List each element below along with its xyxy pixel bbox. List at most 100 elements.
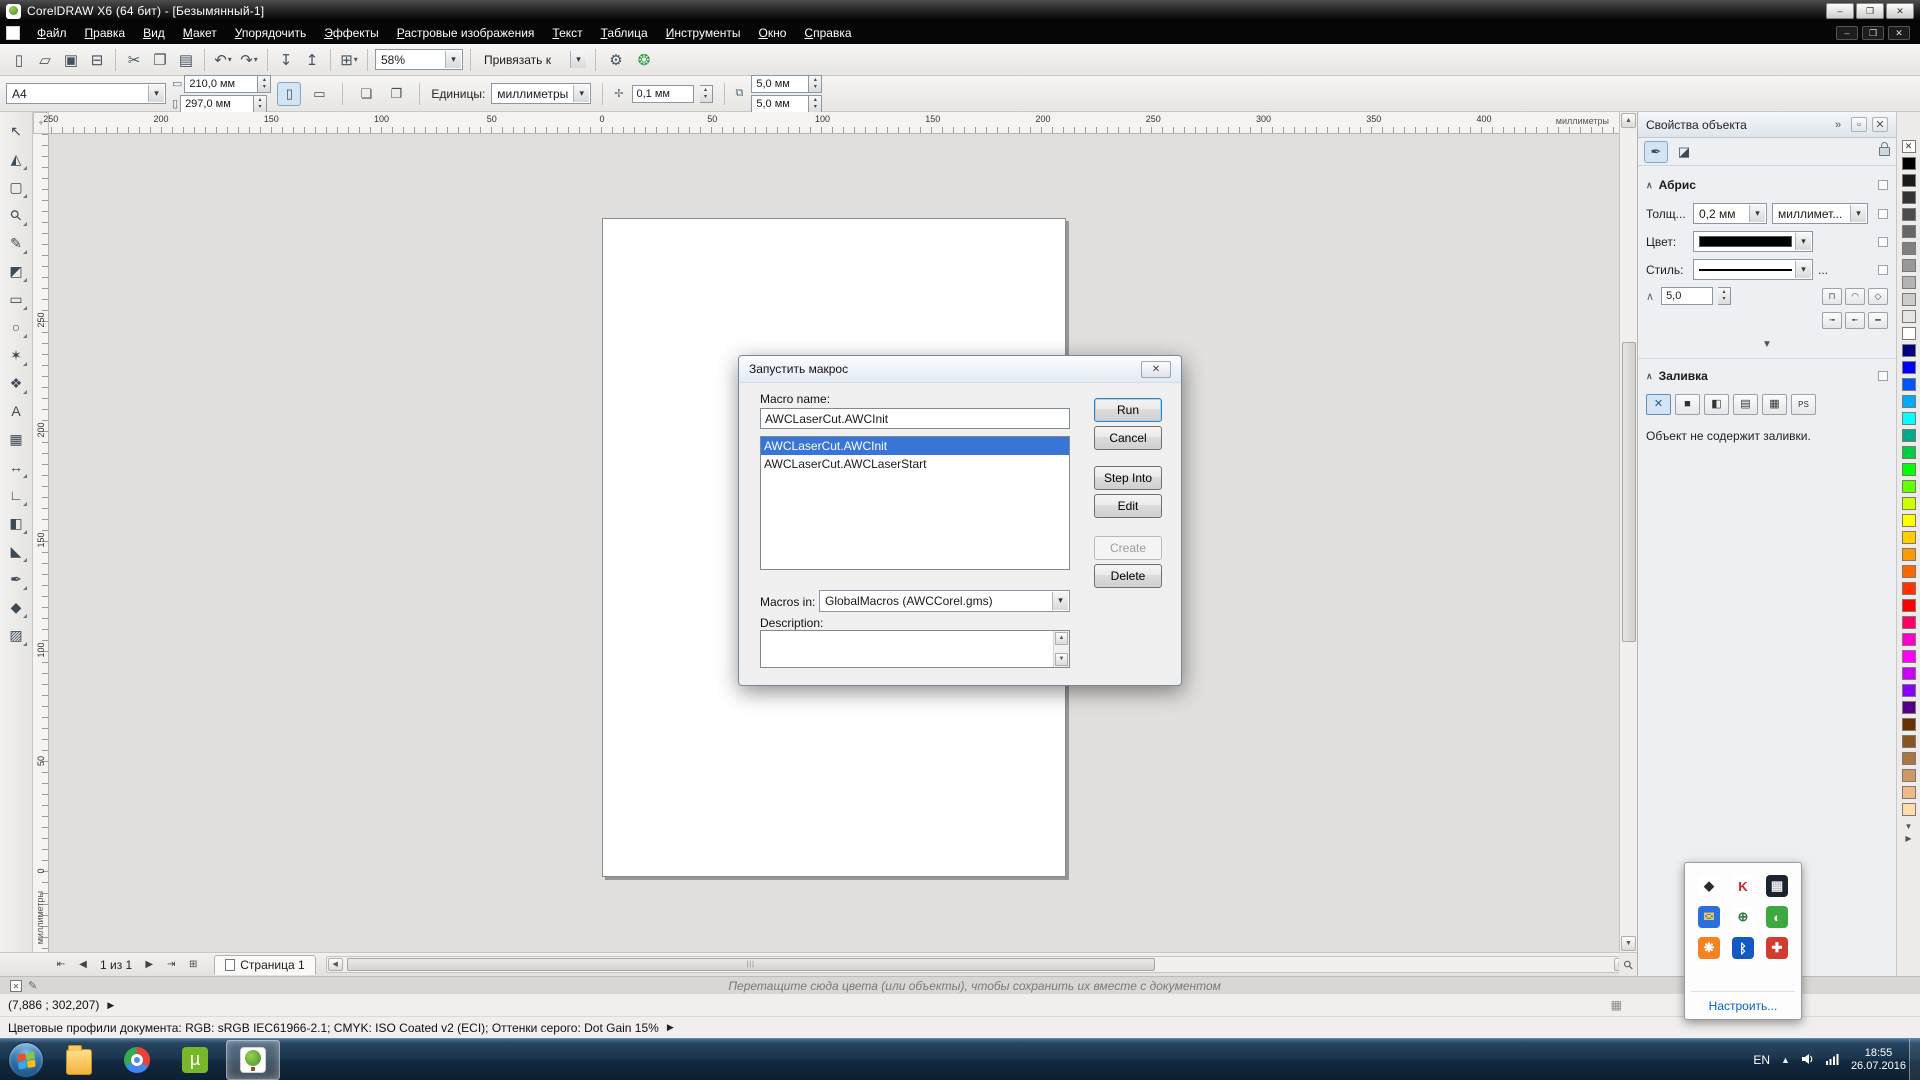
- color-swatch[interactable]: [1902, 208, 1916, 221]
- color-swatch[interactable]: [1902, 395, 1916, 408]
- page-width-field[interactable]: 210,0 мм: [184, 75, 258, 93]
- desc-scroll-up-icon[interactable]: ▲: [1055, 632, 1068, 645]
- letter-k-tray-icon[interactable]: K: [1732, 875, 1754, 897]
- menu-item[interactable]: Вид: [134, 24, 174, 42]
- import-icon[interactable]: ↧: [273, 47, 299, 73]
- corner-style-2-button[interactable]: ◠: [1845, 288, 1865, 305]
- network-icon[interactable]: [1826, 1053, 1840, 1068]
- dropdown-arrow-icon[interactable]: ▾: [228, 55, 232, 64]
- bluetooth-tray-icon[interactable]: ᛒ: [1732, 937, 1754, 959]
- options-gear-icon[interactable]: ⚙: [603, 47, 629, 73]
- color-swatch[interactable]: [1902, 582, 1916, 595]
- docker-chevrons-icon[interactable]: »: [1830, 117, 1846, 132]
- color-swatch[interactable]: [1902, 293, 1916, 306]
- menu-item[interactable]: Таблица: [592, 24, 657, 42]
- menu-item[interactable]: Правка: [76, 24, 135, 42]
- explorer-taskbar-button[interactable]: [52, 1040, 106, 1080]
- dialog-title-bar[interactable]: Запустить макрос: [739, 356, 1181, 383]
- delete-button[interactable]: Delete: [1094, 564, 1162, 588]
- docker-close-icon[interactable]: ✕: [1872, 117, 1888, 132]
- color-swatch[interactable]: [1902, 752, 1916, 765]
- first-page-icon[interactable]: ⇤: [52, 956, 70, 974]
- uniform-fill-icon[interactable]: ■: [1675, 394, 1700, 415]
- nudge-stepper[interactable]: [700, 85, 713, 103]
- menu-item[interactable]: Эффекты: [315, 24, 388, 42]
- outline-style-combobox[interactable]: [1693, 259, 1813, 280]
- outline-section-header[interactable]: ∧ Абрис: [1638, 174, 1896, 196]
- duplicate-y-field[interactable]: 5,0 мм: [751, 95, 809, 113]
- palette-scroll-down-icon[interactable]: ▼: [1905, 822, 1913, 831]
- color-swatch[interactable]: [1902, 157, 1916, 170]
- color-swatch[interactable]: [1902, 701, 1916, 714]
- application-launcher-icon[interactable]: ⊞▾: [336, 47, 362, 73]
- menu-item[interactable]: Текст: [543, 24, 591, 42]
- rectangle-tool[interactable]: ▭: [3, 286, 29, 312]
- color-eyedropper-tool[interactable]: ◣: [3, 538, 29, 564]
- red-tray-icon[interactable]: ✚: [1766, 937, 1788, 959]
- macro-list-item[interactable]: AWCLaserCut.AWCInit: [761, 437, 1069, 455]
- menu-item[interactable]: Макет: [174, 24, 226, 42]
- outline-width-units-combobox[interactable]: миллимет...: [1772, 203, 1868, 224]
- diamond-tray-icon[interactable]: ◆: [1698, 875, 1720, 897]
- color-swatch[interactable]: [1902, 565, 1916, 578]
- edit-button[interactable]: Edit: [1094, 494, 1162, 518]
- cap-style-2-button[interactable]: ╾: [1845, 312, 1865, 329]
- outline-pen-tool[interactable]: ✒: [3, 566, 29, 592]
- portrait-orientation-button[interactable]: ▯: [277, 82, 301, 106]
- welcome-screen-icon[interactable]: ❂: [631, 47, 657, 73]
- color-swatch[interactable]: [1902, 327, 1916, 340]
- horizontal-scrollbar[interactable]: ◀ ||| ▶: [326, 956, 1631, 973]
- doc-minimize-button[interactable]: –: [1836, 26, 1858, 40]
- save-icon[interactable]: ▣: [58, 47, 84, 73]
- color-swatch[interactable]: [1902, 548, 1916, 561]
- color-swatch[interactable]: [1902, 803, 1916, 816]
- color-swatch[interactable]: [1902, 786, 1916, 799]
- menu-item[interactable]: Справка: [795, 24, 860, 42]
- page-height-stepper[interactable]: [254, 95, 267, 113]
- zoom-tool[interactable]: ⚲: [3, 202, 29, 228]
- no-color-well-icon[interactable]: [10, 980, 22, 992]
- units-combobox[interactable]: миллиметры: [491, 83, 591, 104]
- color-swatch[interactable]: [1902, 242, 1916, 255]
- palette-flyout-icon[interactable]: ▶: [1905, 834, 1913, 843]
- color-swatch[interactable]: ✕: [1902, 140, 1916, 153]
- macro-list-item[interactable]: AWCLaserCut.AWCLaserStart: [761, 455, 1069, 473]
- corner-style-1-button[interactable]: ⊓: [1822, 288, 1842, 305]
- duplicate-x-stepper[interactable]: [809, 75, 822, 93]
- table-tool[interactable]: ▦: [3, 426, 29, 452]
- no-fill-icon[interactable]: ✕: [1646, 394, 1671, 415]
- zoom-level-combobox[interactable]: 58%: [375, 49, 463, 70]
- color-swatch[interactable]: [1902, 378, 1916, 391]
- dimension-tool[interactable]: ↔: [3, 454, 29, 480]
- postscript-fill-icon[interactable]: PS: [1791, 394, 1816, 415]
- vertical-scroll-thumb[interactable]: [1622, 342, 1636, 642]
- color-swatch[interactable]: [1902, 514, 1916, 527]
- page-preset-combobox[interactable]: A4: [6, 83, 166, 104]
- color-swatch[interactable]: [1902, 735, 1916, 748]
- menu-item[interactable]: Упорядочить: [226, 24, 315, 42]
- grid-tray-icon[interactable]: ▦: [1766, 875, 1788, 897]
- scroll-up-icon[interactable]: ▲: [1621, 113, 1636, 128]
- color-swatch[interactable]: [1902, 667, 1916, 680]
- fill-section-header[interactable]: ∧ Заливка: [1638, 365, 1896, 387]
- text-tool[interactable]: A: [3, 398, 29, 424]
- palette-eyedropper-icon[interactable]: ✎: [28, 979, 37, 992]
- macro-name-input[interactable]: AWCLaserCut.AWCInit: [760, 408, 1070, 429]
- fill-options-icon[interactable]: [1878, 371, 1888, 381]
- polygon-tool[interactable]: ✶: [3, 342, 29, 368]
- pattern-fill-icon[interactable]: ▤: [1733, 394, 1758, 415]
- page-height-field[interactable]: 297,0 мм: [180, 95, 254, 113]
- ellipse-tool[interactable]: ○: [3, 314, 29, 340]
- copy-icon[interactable]: ❐: [147, 47, 173, 73]
- green-ball-tray-icon[interactable]: ◐: [1766, 906, 1788, 928]
- desc-scroll-down-icon[interactable]: ▼: [1055, 653, 1068, 666]
- color-swatch[interactable]: [1902, 616, 1916, 629]
- vertical-scrollbar[interactable]: ▲ ▼: [1619, 112, 1637, 952]
- last-page-icon[interactable]: ⇥: [162, 956, 180, 974]
- undo-icon[interactable]: ↶▾: [210, 47, 236, 73]
- outline-tab[interactable]: ✒: [1644, 141, 1668, 163]
- outline-options-icon[interactable]: [1878, 180, 1888, 190]
- show-desktop-button[interactable]: [1909, 1039, 1920, 1080]
- export-icon[interactable]: ↥: [299, 47, 325, 73]
- shape-tool[interactable]: ◭: [3, 146, 29, 172]
